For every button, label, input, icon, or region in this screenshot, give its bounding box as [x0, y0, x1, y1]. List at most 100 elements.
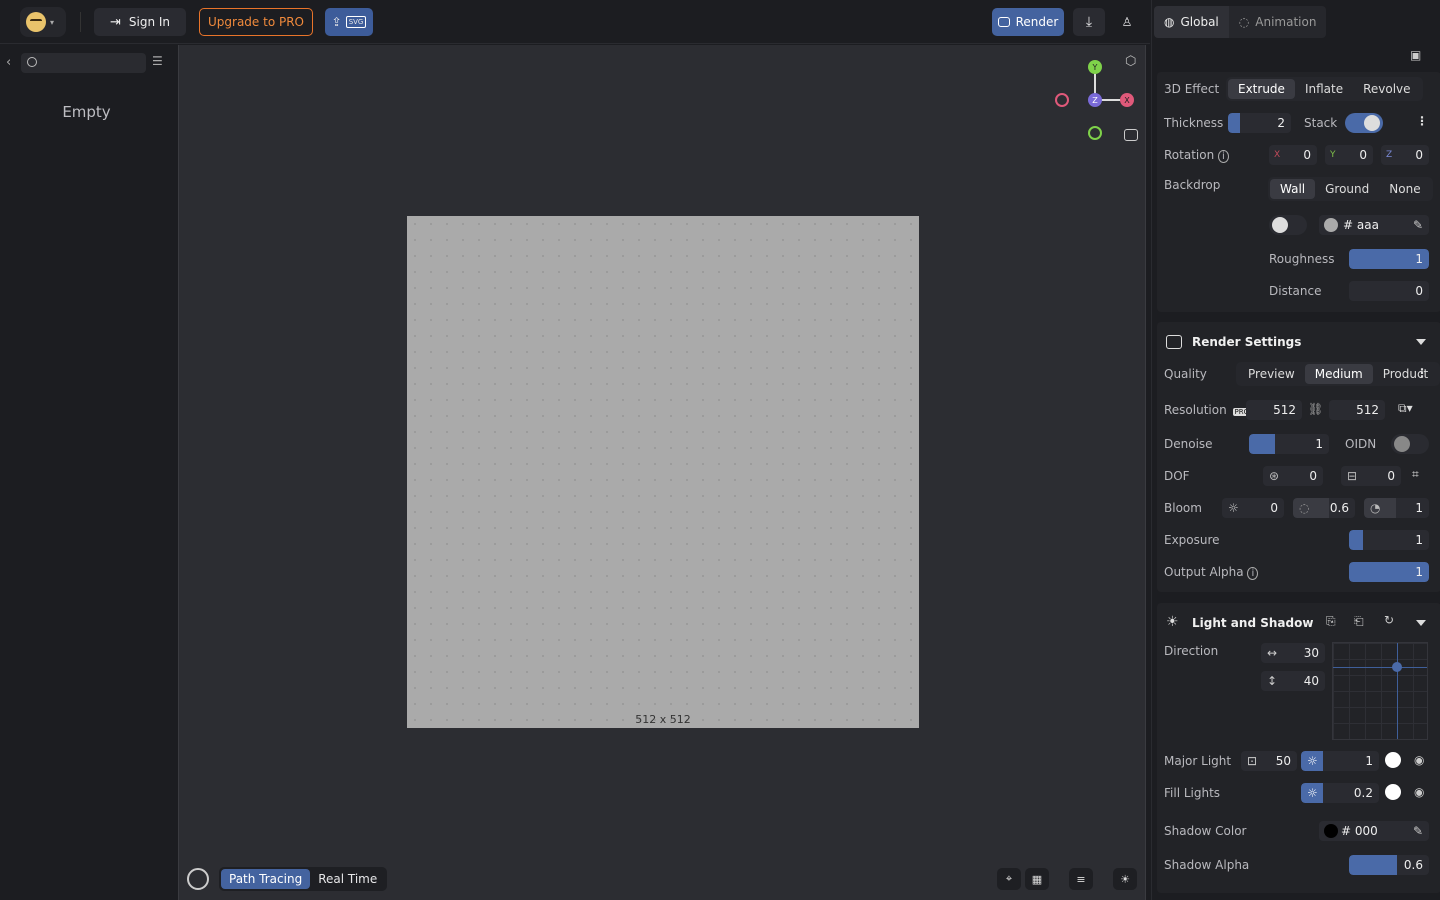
align-icon[interactable]: ≡	[1069, 868, 1093, 890]
render-button[interactable]: Render	[992, 8, 1064, 36]
shadow-color-label: Shadow Color	[1164, 824, 1247, 838]
resolution-width-input[interactable]: 512	[1246, 400, 1302, 420]
copy-icon[interactable]: ⎘	[1326, 614, 1336, 629]
stack-toggle[interactable]	[1345, 113, 1383, 133]
quality-preview[interactable]: Preview	[1238, 364, 1305, 384]
sun-icon: ☼	[1307, 786, 1318, 800]
download-button[interactable]: ⤓	[1073, 8, 1105, 36]
more-options-icon[interactable]: ⋮	[1416, 366, 1428, 380]
light-bulb-icon[interactable]: ☀	[1113, 868, 1137, 890]
canvas[interactable]: 512 x 512	[407, 216, 919, 728]
stamp-button[interactable]: ♙	[1112, 8, 1142, 36]
info-icon: i	[1247, 567, 1259, 580]
search-input[interactable]	[21, 53, 146, 73]
list-view-icon[interactable]: ☰	[152, 54, 163, 68]
direction-handle[interactable]	[1392, 662, 1402, 672]
effect-revolve[interactable]: Revolve	[1353, 79, 1420, 99]
grid-icon[interactable]: ▦	[1025, 868, 1049, 890]
resolution-height-input[interactable]: 512	[1329, 400, 1385, 420]
oidn-toggle[interactable]	[1391, 434, 1429, 454]
roughness-input[interactable]: 1	[1349, 249, 1429, 269]
render-mode-toggle[interactable]: Path Tracing Real Time	[219, 867, 388, 891]
backdrop-none[interactable]: None	[1379, 179, 1430, 199]
sun-icon: ☼	[1307, 754, 1318, 768]
neg-y-handle[interactable]	[1088, 126, 1102, 140]
camera-settings-icon[interactable]	[1124, 129, 1138, 141]
export-svg-button[interactable]: ⇪ SVG	[325, 8, 373, 36]
layout-icon[interactable]: ▣	[1410, 48, 1421, 62]
direction-pad[interactable]	[1332, 642, 1428, 740]
fill-lights-intensity-input[interactable]: ☼ 0.2	[1301, 783, 1379, 803]
effect-selector[interactable]: Extrude Inflate Revolve	[1226, 77, 1423, 101]
major-light-intensity-input[interactable]: ☼ 1	[1301, 751, 1379, 771]
quality-selector[interactable]: Preview Medium Product	[1236, 362, 1440, 386]
rotation-y-input[interactable]: Y0	[1325, 145, 1373, 165]
eyedropper-icon[interactable]: ✎	[1413, 215, 1423, 235]
mode-real-time[interactable]: Real Time	[310, 869, 385, 889]
mode-path-tracing[interactable]: Path Tracing	[221, 869, 311, 889]
stamp-icon: ♙	[1121, 15, 1133, 29]
backdrop-wall[interactable]: Wall	[1270, 179, 1316, 199]
bloom-label: Bloom	[1164, 501, 1202, 515]
bloom-threshold-input[interactable]: ◌ 0.6	[1293, 498, 1355, 518]
layers-panel: ‹ ☰ Empty	[0, 45, 173, 900]
x-axis-handle[interactable]: X	[1120, 93, 1134, 107]
focus-target-icon[interactable]: ⌗	[1412, 467, 1419, 482]
distance-input[interactable]: 0	[1349, 281, 1429, 301]
effect-extrude[interactable]: Extrude	[1228, 79, 1295, 99]
y-axis-handle[interactable]: Y	[1088, 60, 1102, 74]
exposure-input[interactable]: 1	[1349, 530, 1429, 550]
collapse-panel-icon[interactable]: ‹	[6, 55, 11, 70]
backdrop-ground[interactable]: Ground	[1315, 179, 1379, 199]
direction-vertical-input[interactable]: ↕ 40	[1261, 671, 1325, 691]
shadow-alpha-input[interactable]: 0.6	[1349, 855, 1429, 875]
direction-horizontal-input[interactable]: ↔ 30	[1261, 643, 1325, 663]
neg-x-handle[interactable]	[1055, 93, 1069, 107]
properties-panel: ◍ Global ◌ Animation ▣ 3D Effect Extrude…	[1151, 0, 1440, 900]
oidn-label: OIDN	[1345, 437, 1377, 451]
collapse-render-icon[interactable]	[1416, 339, 1426, 345]
thickness-input[interactable]: 2	[1228, 113, 1291, 133]
focus-icon[interactable]: ⌖	[997, 868, 1021, 890]
z-axis-handle[interactable]: Z	[1088, 93, 1102, 107]
paste-icon[interactable]: ⎗	[1354, 614, 1364, 629]
output-alpha-input[interactable]: 1	[1349, 562, 1429, 582]
rotation-x-input[interactable]: X0	[1269, 145, 1317, 165]
major-light-color-swatch[interactable]	[1385, 752, 1401, 768]
horizontal-arrows-icon: ↔	[1267, 646, 1278, 660]
link-off-icon[interactable]: ⛓	[1308, 402, 1323, 416]
backdrop-selector[interactable]: Wall Ground None	[1268, 177, 1433, 201]
denoise-input[interactable]: 1	[1249, 434, 1329, 454]
eye-icon[interactable]: ◉	[1414, 785, 1424, 799]
major-light-size-input[interactable]: ⊡ 50	[1241, 751, 1297, 771]
dof-focus-input[interactable]: ⊟ 0	[1341, 466, 1401, 486]
gear-icon[interactable]	[187, 868, 209, 890]
resolution-preset-icon[interactable]: ⧉▾	[1398, 401, 1413, 416]
eye-icon[interactable]: ◉	[1414, 753, 1424, 767]
tab-global[interactable]: ◍ Global	[1154, 6, 1229, 38]
cube-view-icon[interactable]: ⬡	[1125, 54, 1136, 69]
dof-aperture-input[interactable]: ⊛ 0	[1263, 466, 1323, 486]
sign-in-button[interactable]: ⇥ Sign In	[94, 8, 186, 36]
backdrop-color-input[interactable]: # aaa ✎	[1319, 215, 1429, 235]
more-options-icon[interactable]: ⋮	[1416, 114, 1428, 128]
collapse-light-icon[interactable]	[1416, 620, 1426, 626]
denoise-label: Denoise	[1164, 437, 1213, 451]
rotation-z-input[interactable]: Z0	[1381, 145, 1429, 165]
quality-medium[interactable]: Medium	[1304, 364, 1373, 384]
viewport[interactable]: 512 x 512 Y X Z ⬡ Path Tracing Real Time…	[178, 45, 1146, 900]
bloom-radius-input[interactable]: ◔ 1	[1364, 498, 1429, 518]
shadow-color-input[interactable]: # 000 ✎	[1319, 821, 1429, 841]
app-logo-menu[interactable]: ▾	[20, 7, 66, 37]
thickness-label: Thickness	[1164, 116, 1224, 130]
canvas-size-label: 512 x 512	[635, 713, 691, 726]
fill-light-color-swatch[interactable]	[1385, 784, 1401, 800]
backdrop-toggle[interactable]	[1269, 215, 1307, 235]
reset-icon[interactable]: ↻	[1384, 613, 1394, 627]
tab-animation[interactable]: ◌ Animation	[1228, 6, 1327, 38]
bloom-intensity-input[interactable]: ☼ 0	[1222, 498, 1284, 518]
upgrade-pro-button[interactable]: Upgrade to PRO	[199, 8, 313, 36]
effect-inflate[interactable]: Inflate	[1295, 79, 1353, 99]
quality-product[interactable]: Product	[1373, 364, 1439, 384]
eyedropper-icon[interactable]: ✎	[1413, 821, 1423, 841]
